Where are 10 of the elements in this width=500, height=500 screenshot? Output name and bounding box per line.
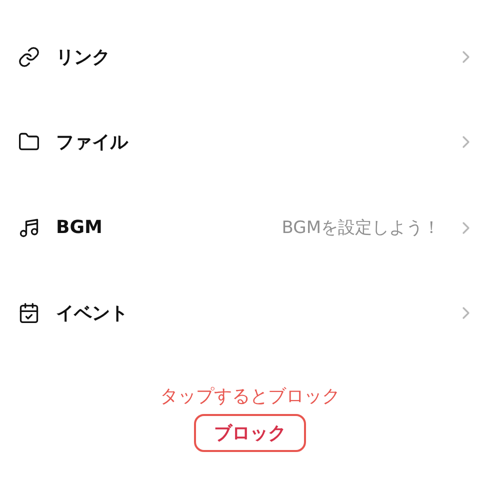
music-note-icon	[18, 216, 40, 239]
calendar-check-icon	[18, 302, 40, 324]
block-hint: タップするとブロック	[160, 385, 340, 408]
link-icon	[18, 46, 40, 68]
menu-item-label[interactable]: BGM	[56, 217, 266, 238]
menu-item-label[interactable]: リンク	[56, 44, 440, 69]
menu-item-hint: BGMを設定しよう！	[282, 217, 440, 240]
menu-item-label[interactable]: ファイル	[56, 130, 440, 154]
menu-item-label[interactable]: イベント	[56, 301, 440, 326]
block-button[interactable]: ブロック	[194, 414, 306, 452]
